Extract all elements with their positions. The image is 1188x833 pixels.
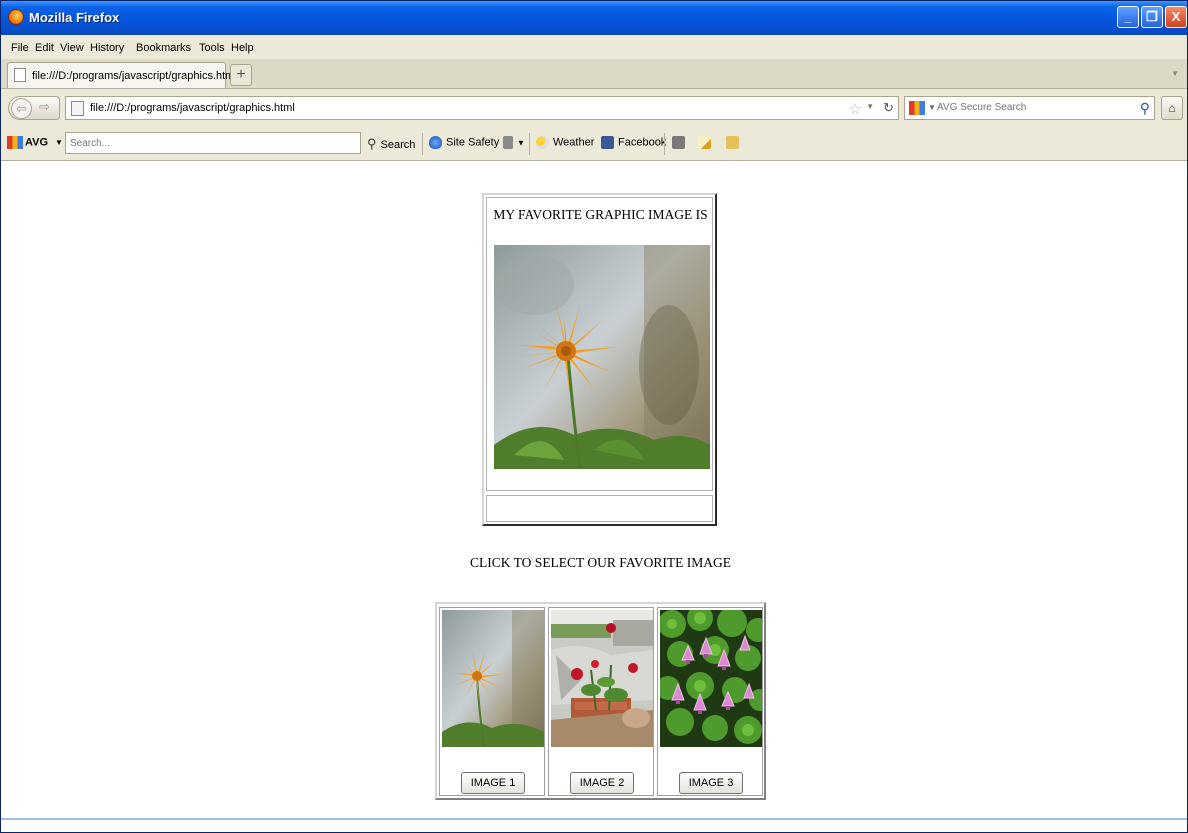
folder-search-icon <box>726 136 739 149</box>
reload-icon[interactable]: ↻ <box>883 100 894 116</box>
search-engine-dropdown-icon[interactable]: ▼ <box>928 103 936 112</box>
facebook-button[interactable]: Facebook <box>601 136 666 149</box>
url-input[interactable] <box>90 102 790 114</box>
menu-help[interactable]: Help <box>231 42 254 54</box>
favorite-flower-image <box>494 245 710 469</box>
url-history-dropdown-icon[interactable]: ▼ <box>866 102 874 111</box>
tab-label: file:///D:/programs/javascript/graphics.… <box>32 70 237 82</box>
weather-button[interactable]: Weather <box>536 136 594 149</box>
site-safety-label: Site Safety <box>446 136 500 149</box>
thumbnail-red-roses[interactable] <box>551 610 653 747</box>
trash-icon <box>503 136 513 149</box>
url-bar[interactable]: ☆ ▼ ↻ <box>65 96 899 120</box>
avg-logo-icon <box>909 101 925 115</box>
shield-icon <box>429 136 442 149</box>
page-content: MY FAVORITE GRAPHIC IMAGE IS CLICK TO SE… <box>1 162 1187 820</box>
thumbnail-pink-flowers[interactable] <box>660 610 762 747</box>
avg-search-label: Search <box>380 139 416 151</box>
menu-history[interactable]: History <box>90 42 124 54</box>
facebook-label: Facebook <box>618 136 667 149</box>
back-forward-group: ⇦ ⇨ <box>8 96 60 120</box>
favorite-heading: MY FAVORITE GRAPHIC IMAGE IS <box>493 207 708 222</box>
favorite-caption-cell <box>486 495 713 522</box>
title-bar: Mozilla Firefox _ ❐ X <box>1 1 1187 35</box>
web-search-input[interactable] <box>937 102 1117 113</box>
tab-list-icon[interactable]: ▼ <box>1171 69 1179 78</box>
page-bottom-border <box>1 818 1187 820</box>
trash-dropdown-icon: ▼ <box>517 138 525 148</box>
facebook-icon <box>601 136 614 149</box>
home-icon[interactable]: ⌂ <box>1161 96 1183 120</box>
menu-bar: File Edit View History Bookmarks Tools H… <box>1 35 1187 61</box>
site-safety-button[interactable]: Site Safety <box>429 136 499 149</box>
folder-search-button[interactable] <box>726 136 743 149</box>
page-icon <box>71 101 84 116</box>
forward-arrow-icon[interactable]: ⇨ <box>39 99 50 115</box>
weather-icon <box>536 136 549 149</box>
bookmark-star-icon[interactable]: ☆ <box>849 100 862 118</box>
avg-search-button[interactable]: ⚲ Search <box>367 136 415 152</box>
new-tab-button[interactable]: + <box>230 64 252 86</box>
page-icon <box>14 68 26 82</box>
notepad-button[interactable] <box>698 136 715 149</box>
favorite-image-cell: MY FAVORITE GRAPHIC IMAGE IS <box>486 197 713 491</box>
thumbnail-table: IMAGE 1 IMAGE 2 IMAGE 3 <box>435 602 766 800</box>
image-2-button[interactable]: IMAGE 2 <box>570 772 634 794</box>
favorite-image-table: MY FAVORITE GRAPHIC IMAGE IS <box>482 193 717 526</box>
minimize-button[interactable]: _ <box>1117 6 1139 28</box>
menu-bookmarks[interactable]: Bookmarks <box>136 42 191 54</box>
avg-search-input[interactable] <box>65 132 361 154</box>
menu-view[interactable]: View <box>60 42 84 54</box>
thumbnail-cell-3: IMAGE 3 <box>657 607 763 796</box>
search-icon: ⚲ <box>367 136 377 151</box>
window-title: Mozilla Firefox <box>29 10 120 25</box>
tab-graphics[interactable]: file:///D:/programs/javascript/graphics.… <box>7 62 237 88</box>
avg-dropdown-icon[interactable]: ▼ <box>55 138 63 147</box>
image-3-button[interactable]: IMAGE 3 <box>679 772 743 794</box>
search-icon[interactable]: ⚲ <box>1140 100 1150 117</box>
thumbnail-cell-1: IMAGE 1 <box>439 607 545 796</box>
select-prompt: CLICK TO SELECT OUR FAVORITE IMAGE <box>470 555 731 570</box>
avg-logo-icon <box>7 136 23 149</box>
toolbar-separator <box>422 133 423 155</box>
tab-bar: file:///D:/programs/javascript/graphics.… <box>1 59 1187 89</box>
thumbnail-cell-2: IMAGE 2 <box>548 607 654 796</box>
menu-file[interactable]: File <box>11 42 29 54</box>
web-search-box[interactable]: ▼ ⚲ <box>904 96 1155 120</box>
weather-label: Weather <box>553 136 595 149</box>
trash-button[interactable]: ▼ <box>503 136 525 149</box>
notepad-icon <box>698 136 711 149</box>
avg-menu-button[interactable]: AVG <box>7 136 48 149</box>
firefox-logo-icon <box>8 9 24 25</box>
maximize-button[interactable]: ❐ <box>1141 6 1163 28</box>
toolbar-separator <box>529 133 530 155</box>
toolbar-separator <box>664 133 665 155</box>
back-arrow-icon[interactable]: ⇦ <box>11 98 32 119</box>
thumbnail-orange-flower[interactable] <box>442 610 544 747</box>
close-button[interactable]: X <box>1165 6 1187 28</box>
menu-tools[interactable]: Tools <box>199 42 225 54</box>
image-1-button[interactable]: IMAGE 1 <box>461 772 525 794</box>
menu-edit[interactable]: Edit <box>35 42 54 54</box>
calculator-button[interactable] <box>672 136 689 149</box>
calculator-icon <box>672 136 685 149</box>
avg-toolbar: AVG ▼ ⚲Search Site Safety ▼ Weather Face… <box>1 127 1187 161</box>
browser-window: Mozilla Firefox _ ❐ X File Edit View His… <box>0 0 1188 833</box>
navigation-bar: ⇦ ⇨ ☆ ▼ ↻ ▼ ⚲ ⌂ <box>1 89 1187 127</box>
avg-brand-label: AVG <box>25 136 49 149</box>
